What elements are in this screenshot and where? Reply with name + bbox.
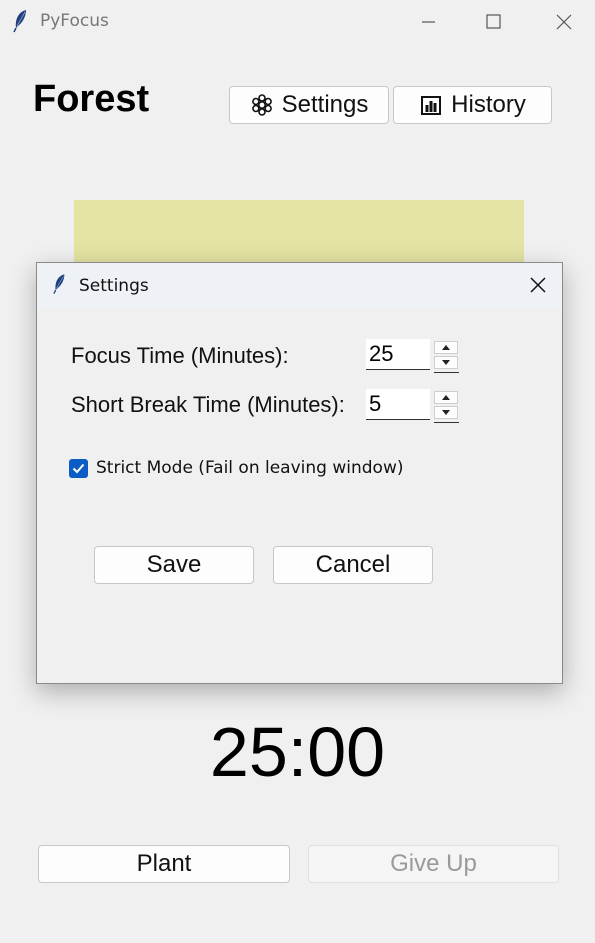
focus-time-decrement[interactable]	[434, 356, 458, 369]
close-icon[interactable]	[552, 10, 576, 34]
timer-display: 25:00	[209, 713, 386, 791]
focus-time-increment[interactable]	[434, 341, 458, 354]
give-up-button-label: Give Up	[390, 850, 477, 877]
focus-time-arrows	[434, 339, 459, 373]
strict-mode-label: Strict Mode (Fail on leaving window)	[96, 458, 404, 478]
give-up-button[interactable]: Give Up	[308, 845, 559, 883]
feather-icon	[53, 274, 65, 294]
cancel-button-label: Cancel	[315, 551, 391, 578]
close-icon[interactable]	[527, 274, 549, 296]
plant-button[interactable]: Plant	[38, 845, 290, 883]
triangle-up-icon	[442, 395, 450, 400]
feather-icon	[13, 10, 26, 33]
focus-time-label: Focus Time (Minutes):	[71, 343, 289, 368]
strict-mode-checkbox[interactable]	[69, 458, 88, 478]
history-button-label: History	[451, 91, 526, 118]
bar-chart-icon	[421, 96, 442, 115]
gear-icon	[251, 94, 272, 116]
dialog-title-bar: Settings	[37, 263, 562, 308]
page-title: Forest	[33, 78, 150, 120]
triangle-down-icon	[442, 410, 450, 415]
settings-button-label: Settings	[281, 91, 369, 118]
strict-mode-option[interactable]: Strict Mode (Fail on leaving window)	[69, 458, 404, 478]
settings-dialog: Settings Focus Time (Minutes): Short Bre…	[36, 262, 563, 684]
maximize-icon[interactable]	[481, 10, 505, 34]
focus-time-input[interactable]	[366, 339, 430, 370]
settings-button[interactable]: Settings	[229, 86, 389, 124]
checkmark-icon	[72, 463, 85, 473]
title-bar: PyFocus	[0, 0, 595, 44]
short-break-decrement[interactable]	[434, 406, 458, 419]
minimize-icon[interactable]	[416, 10, 440, 34]
window-title: PyFocus	[40, 11, 109, 31]
triangle-up-icon	[442, 345, 450, 350]
history-button[interactable]: History	[393, 86, 552, 124]
save-button-label: Save	[146, 551, 202, 578]
plant-button-label: Plant	[136, 850, 192, 877]
short-break-increment[interactable]	[434, 391, 458, 404]
short-break-input[interactable]	[366, 389, 430, 420]
cancel-button[interactable]: Cancel	[273, 546, 433, 584]
triangle-down-icon	[442, 360, 450, 365]
dialog-title: Settings	[79, 276, 149, 296]
short-break-arrows	[434, 389, 459, 423]
save-button[interactable]: Save	[94, 546, 254, 584]
focus-time-spinbox[interactable]	[366, 339, 459, 373]
short-break-spinbox[interactable]	[366, 389, 459, 423]
short-break-label: Short Break Time (Minutes):	[71, 392, 345, 417]
